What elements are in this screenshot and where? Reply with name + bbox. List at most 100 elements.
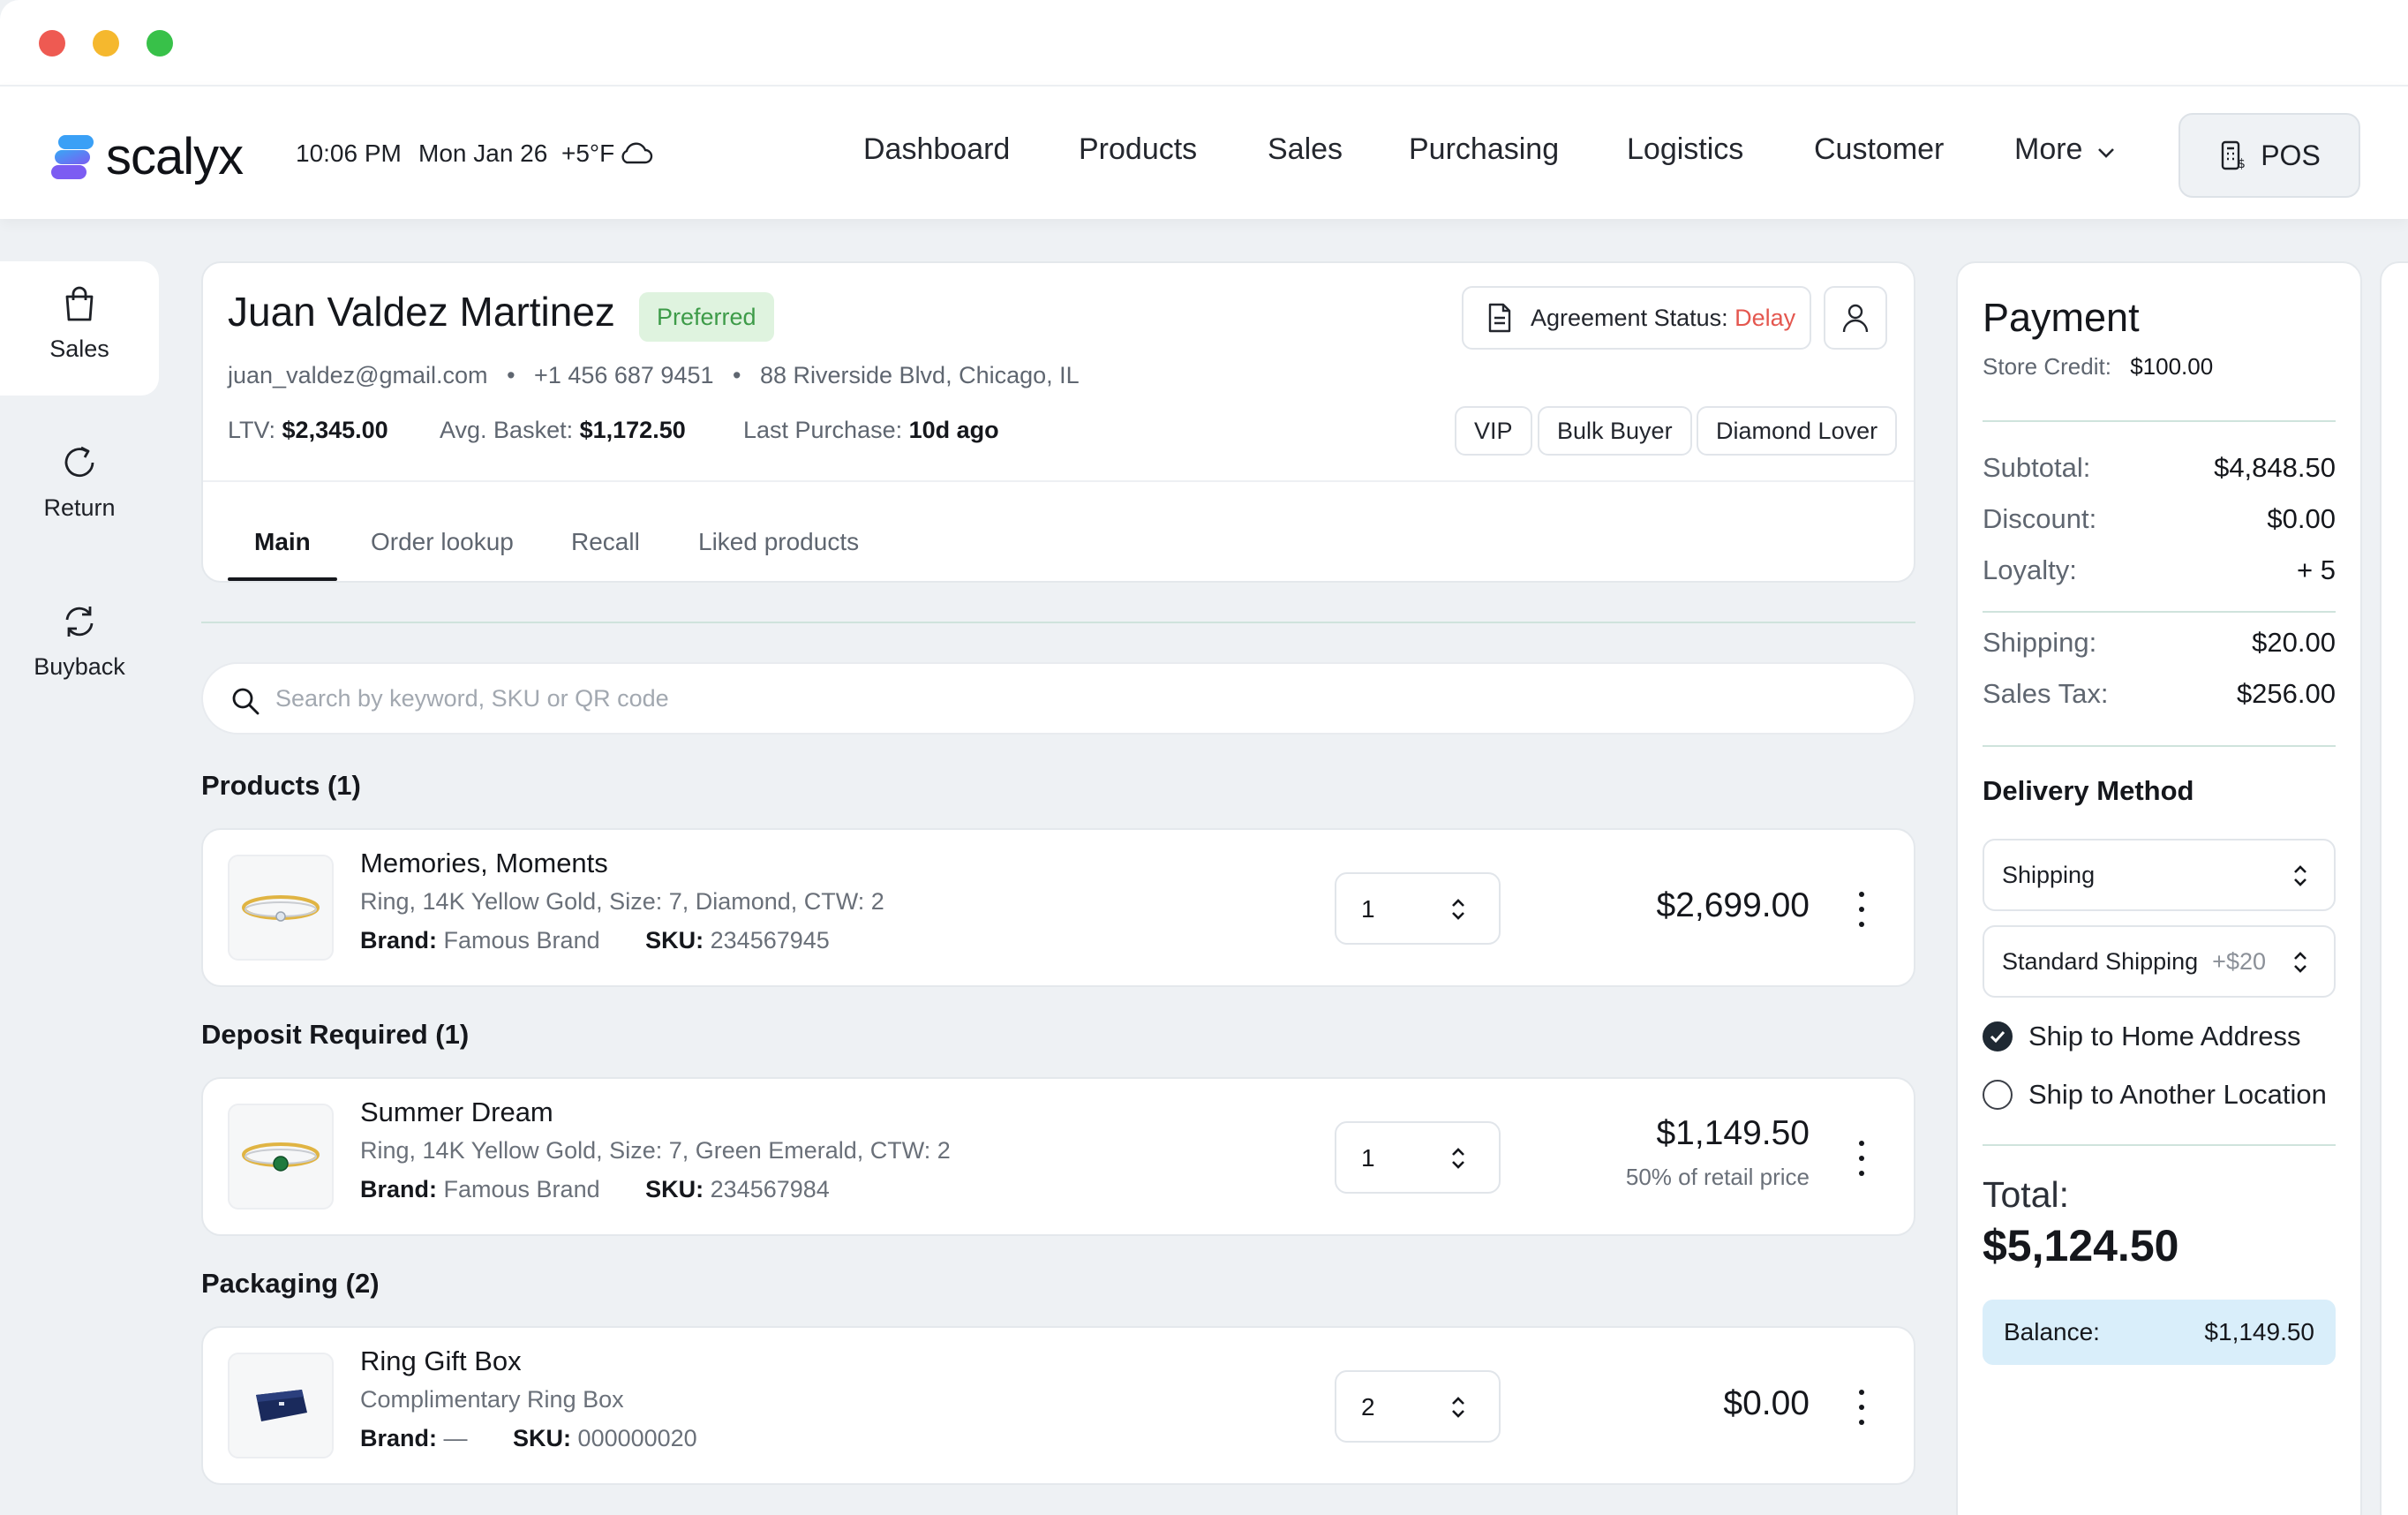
tag-diamond-lover[interactable]: Diamond Lover <box>1697 406 1898 456</box>
chevron-updown-icon <box>2294 865 2306 886</box>
nav-sales[interactable]: Sales <box>1268 132 1343 167</box>
delivery-method-select[interactable]: Shipping <box>1983 839 2336 911</box>
summary-label: Subtotal: <box>1983 452 2091 483</box>
quantity-value: 1 <box>1361 1144 1375 1172</box>
customer-contact: juan_valdez@gmail.com • +1 456 687 9451 … <box>228 362 1080 389</box>
summary-row-shipping: Shipping: $20.00 <box>1983 627 2336 659</box>
stat-last-purchase: Last Purchase: 10d ago <box>743 417 999 444</box>
tab-liked-products[interactable]: Liked products <box>698 528 859 556</box>
top-navigation: scalyx 10:06 PM Mon Jan 26 +5°F Dashboar… <box>0 85 2408 219</box>
brand-logo[interactable]: scalyx <box>51 127 244 186</box>
summary-row-sales-tax: Sales Tax: $256.00 <box>1983 678 2336 710</box>
agreement-status-button[interactable]: Agreement Status: Delay <box>1462 286 1811 350</box>
product-thumbnail <box>228 1104 334 1210</box>
tab-active-indicator <box>228 577 337 581</box>
item-name: Ring Gift Box <box>360 1345 522 1376</box>
register-icon: $ <box>2222 140 2246 171</box>
side-item-label: Return <box>43 494 116 521</box>
product-thumbnail <box>228 1353 334 1458</box>
nav-customer[interactable]: Customer <box>1814 132 1944 167</box>
sku-label: SKU: <box>645 927 704 953</box>
maximize-window-button[interactable] <box>147 30 173 57</box>
more-options-icon[interactable] <box>1848 1390 1875 1425</box>
search-icon <box>232 688 260 715</box>
summary-value: $20.00 <box>2252 627 2336 658</box>
product-search[interactable]: Search by keyword, SKU or QR code <box>201 662 1915 735</box>
chevron-down-icon <box>2098 148 2114 158</box>
item-name: Summer Dream <box>360 1097 553 1127</box>
document-icon <box>1488 303 1511 333</box>
separator-dot: • <box>733 362 741 388</box>
side-item-return[interactable]: Return <box>0 443 159 522</box>
item-price: $1,149.50 <box>1656 1114 1810 1152</box>
shipping-option-price: +$20 <box>2212 948 2266 975</box>
refresh-icon <box>65 607 94 637</box>
svg-text:$: $ <box>2238 157 2246 171</box>
radio-checked-icon[interactable] <box>1983 1021 2013 1051</box>
close-window-button[interactable] <box>39 30 65 57</box>
current-date: Mon Jan 26 <box>418 139 548 167</box>
payment-divider <box>1983 745 2336 747</box>
stat-avg-basket: Avg. Basket: $1,172.50 <box>440 417 686 444</box>
item-brand: Famous Brand <box>443 1176 600 1202</box>
tab-order-lookup[interactable]: Order lookup <box>371 528 514 556</box>
stat-last-value: 10d ago <box>908 417 999 443</box>
side-item-sales[interactable]: Sales <box>0 284 159 363</box>
shipping-option-select[interactable]: Standard Shipping +$20 <box>1983 925 2336 998</box>
quantity-stepper[interactable]: 1 <box>1335 872 1501 945</box>
line-item[interactable]: Memories, Moments Ring, 14K Yellow Gold,… <box>201 828 1915 987</box>
pos-button[interactable]: $ POS <box>2178 113 2360 198</box>
clock-time: 10:06 PM <box>296 139 402 167</box>
payment-title: Payment <box>1983 295 2140 340</box>
stat-ltv: LTV: $2,345.00 <box>228 417 388 444</box>
side-item-buyback[interactable]: Buyback <box>0 602 159 681</box>
diamond-ring-icon <box>242 895 320 922</box>
side-item-label: Buyback <box>34 653 125 680</box>
customer-profile-button[interactable] <box>1824 286 1887 350</box>
line-item[interactable]: Summer Dream Ring, 14K Yellow Gold, Size… <box>201 1077 1915 1236</box>
radio-ship-home[interactable]: Ship to Home Address <box>1983 1021 2300 1052</box>
item-description: Ring, 14K Yellow Gold, Size: 7, Diamond,… <box>360 888 884 915</box>
brand-label: Brand: <box>360 1425 437 1451</box>
nav-logistics[interactable]: Logistics <box>1627 132 1743 167</box>
quantity-stepper[interactable]: 1 <box>1335 1121 1501 1194</box>
radio-ship-other[interactable]: Ship to Another Location <box>1983 1079 2327 1111</box>
agreement-label: Agreement Status: <box>1531 304 1728 331</box>
nav-more[interactable]: More <box>2014 132 2116 167</box>
nav-products[interactable]: Products <box>1079 132 1197 167</box>
window-titlebar <box>0 0 2408 85</box>
line-item[interactable]: Ring Gift Box Complimentary Ring Box Bra… <box>201 1326 1915 1485</box>
balance-value: $1,149.50 <box>2204 1318 2314 1345</box>
chevron-updown-icon[interactable] <box>1449 1144 1467 1172</box>
brand-name: scalyx <box>106 128 244 185</box>
chevron-updown-icon[interactable] <box>1449 1393 1467 1421</box>
item-sku: 000000020 <box>577 1425 697 1451</box>
section-divider <box>201 622 1915 623</box>
summary-row-loyalty: Loyalty: + 5 <box>1983 554 2336 586</box>
nav-purchasing[interactable]: Purchasing <box>1409 132 1559 167</box>
more-options-icon[interactable] <box>1848 892 1875 927</box>
weather-temp: +5°F <box>561 139 615 167</box>
delivery-method-value: Shipping <box>2002 862 2096 888</box>
search-input[interactable]: Search by keyword, SKU or QR code <box>275 685 669 712</box>
summary-row-discount: Discount: $0.00 <box>1983 503 2336 535</box>
minimize-window-button[interactable] <box>93 30 119 57</box>
tab-main[interactable]: Main <box>254 528 311 556</box>
customer-address: 88 Riverside Blvd, Chicago, IL <box>759 362 1080 388</box>
tag-vip[interactable]: VIP <box>1455 406 1532 456</box>
nav-dashboard[interactable]: Dashboard <box>863 132 1010 167</box>
gift-box-icon <box>256 1390 307 1421</box>
item-sku: 234567984 <box>710 1176 830 1202</box>
item-price: $2,699.00 <box>1656 886 1810 924</box>
quantity-stepper[interactable]: 2 <box>1335 1370 1501 1443</box>
chevron-updown-icon[interactable] <box>1449 895 1467 923</box>
radio-unchecked-icon[interactable] <box>1983 1080 2013 1110</box>
item-price: $0.00 <box>1723 1384 1810 1422</box>
payment-panel: Payment Store Credit: $100.00 Subtotal: … <box>1956 261 2362 1515</box>
tag-bulk-buyer[interactable]: Bulk Buyer <box>1538 406 1692 456</box>
stat-basket-value: $1,172.50 <box>579 417 686 443</box>
tab-recall[interactable]: Recall <box>571 528 640 556</box>
item-name: Memories, Moments <box>360 848 608 878</box>
more-options-icon[interactable] <box>1848 1141 1875 1176</box>
price-note: 50% of retail price <box>1625 1164 1810 1190</box>
